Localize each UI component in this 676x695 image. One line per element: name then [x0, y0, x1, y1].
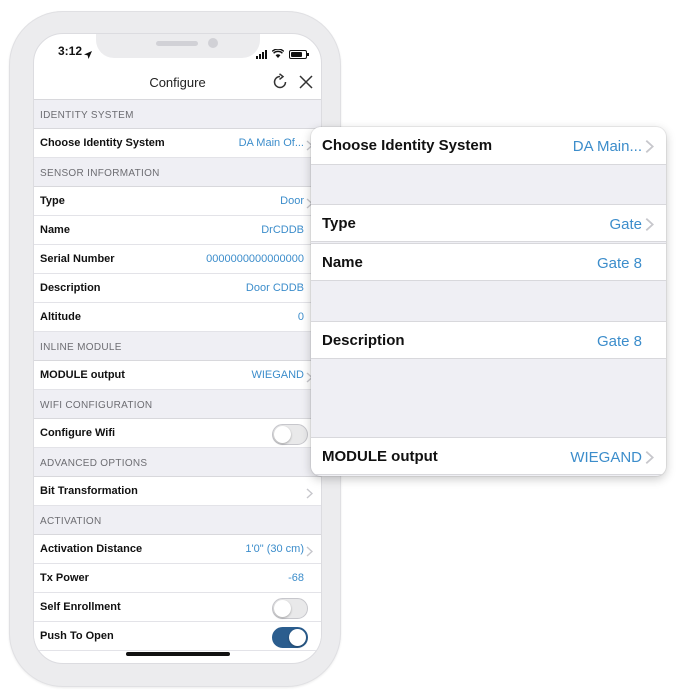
zoom-row-choose-identity-system[interactable]: Choose Identity System DA Main... — [311, 127, 666, 165]
row-type[interactable]: Type Door — [34, 187, 321, 216]
self-enrollment-toggle[interactable] — [272, 598, 308, 619]
toggle-knob — [274, 600, 291, 617]
configure-wifi-toggle[interactable] — [272, 424, 308, 445]
home-indicator[interactable] — [126, 652, 230, 656]
zoom-panel: Choose Identity System DA Main... Type Gate… — [311, 127, 666, 476]
row-tx-power: Tx Power -68 — [34, 564, 321, 593]
row-value: Door — [280, 195, 304, 207]
section-header-wifi-configuration: WIFI CONFIGURATION — [34, 390, 321, 419]
zoom-row-value: Gate — [609, 216, 642, 233]
camera — [208, 38, 218, 48]
status-bar: 3:12 — [34, 34, 321, 62]
row-label: Description — [40, 282, 101, 294]
row-label: Activation Distance — [40, 543, 143, 555]
nav-bar: Configure — [34, 62, 321, 100]
row-label: Push To Open — [40, 630, 114, 642]
settings-list: IDENTITY SYSTEM Choose Identity System DA … — [34, 100, 321, 651]
zoom-row-name[interactable]: Name Gate 8 — [311, 243, 666, 281]
zoom-row-label: Description — [322, 332, 405, 349]
row-label: Self Enrollment — [40, 601, 121, 613]
row-altitude: Altitude 0 — [34, 303, 321, 332]
row-configure-wifi: Configure Wifi — [34, 419, 321, 448]
row-value: DA Main Of... — [238, 137, 304, 149]
status-time: 3:12 — [58, 44, 83, 58]
section-header-sensor-information: SENSOR INFORMATION — [34, 158, 321, 187]
row-label: Tx Power — [40, 572, 89, 584]
zoom-row-label: Name — [322, 254, 363, 271]
row-label: Configure Wifi — [40, 427, 116, 439]
row-value[interactable]: Door CDDB — [246, 282, 304, 294]
chevron-right-icon — [645, 217, 655, 232]
zoom-row-value: WIEGAND — [570, 449, 642, 466]
speaker — [156, 41, 198, 46]
zoom-row-module-output[interactable]: MODULE output WIEGAND — [311, 437, 666, 475]
row-label: Type — [40, 195, 65, 207]
row-value: WIEGAND — [251, 369, 304, 381]
chevron-right-icon — [306, 486, 314, 499]
zoom-row-type[interactable]: Type Gate — [311, 204, 666, 242]
row-bit-transformation[interactable]: Bit Transformation — [34, 477, 321, 506]
refresh-icon[interactable] — [271, 73, 289, 91]
row-push-to-open: Push To Open — [34, 622, 321, 651]
zoom-row-value: Gate 8 — [596, 255, 642, 272]
row-description: Description Door CDDB — [34, 274, 321, 303]
push-to-open-toggle[interactable] — [272, 627, 308, 648]
wifi-icon — [271, 45, 285, 63]
row-serial-number: Serial Number 0000000000000000 — [34, 245, 321, 274]
section-header-activation: ACTIVATION — [34, 506, 321, 535]
zoom-row-label: Choose Identity System — [322, 137, 493, 154]
toggle-knob — [274, 426, 291, 443]
toggle-knob — [289, 629, 306, 646]
row-label: Bit Transformation — [40, 485, 138, 497]
row-label: Altitude — [40, 311, 81, 323]
row-value[interactable]: 0 — [298, 311, 304, 323]
zoom-row-description[interactable]: Description Gate 8 — [311, 321, 666, 359]
chevron-right-icon — [645, 450, 655, 465]
zoom-row-value: Gate 8 — [596, 333, 642, 350]
status-icons — [256, 45, 309, 63]
row-label: MODULE output — [40, 369, 125, 381]
row-activation-distance[interactable]: Activation Distance 1'0" (30 cm) — [34, 535, 321, 564]
row-module-output[interactable]: MODULE output WIEGAND — [34, 361, 321, 390]
phone-screen: 3:12 Configure IDENTITY SYSTEM Choose Ide… — [33, 33, 322, 664]
close-icon[interactable] — [297, 73, 315, 91]
row-name: Name DrCDDB — [34, 216, 321, 245]
row-label: Name — [40, 224, 70, 236]
battery-icon — [289, 49, 309, 59]
row-choose-identity-system[interactable]: Choose Identity System DA Main Of... — [34, 129, 321, 158]
section-header-advanced-options: ADVANCED OPTIONS — [34, 448, 321, 477]
row-value[interactable]: -68 — [288, 572, 304, 584]
notch — [96, 34, 260, 58]
row-self-enrollment: Self Enrollment — [34, 593, 321, 622]
zoom-row-label: MODULE output — [322, 448, 438, 465]
row-label: Choose Identity System — [40, 137, 165, 149]
row-label: Serial Number — [40, 253, 115, 265]
zoom-row-value: DA Main... — [572, 138, 642, 155]
row-value[interactable]: 0000000000000000 — [206, 253, 304, 265]
row-value: 1'0" (30 cm) — [245, 543, 304, 555]
section-header-inline-module: INLINE MODULE — [34, 332, 321, 361]
zoom-row-label: Type — [322, 215, 356, 232]
row-value[interactable]: DrCDDB — [261, 224, 304, 236]
section-header-identity-system: IDENTITY SYSTEM — [34, 100, 321, 129]
chevron-right-icon — [645, 139, 655, 154]
cellular-signal-icon — [256, 49, 267, 59]
chevron-right-icon — [306, 544, 314, 557]
